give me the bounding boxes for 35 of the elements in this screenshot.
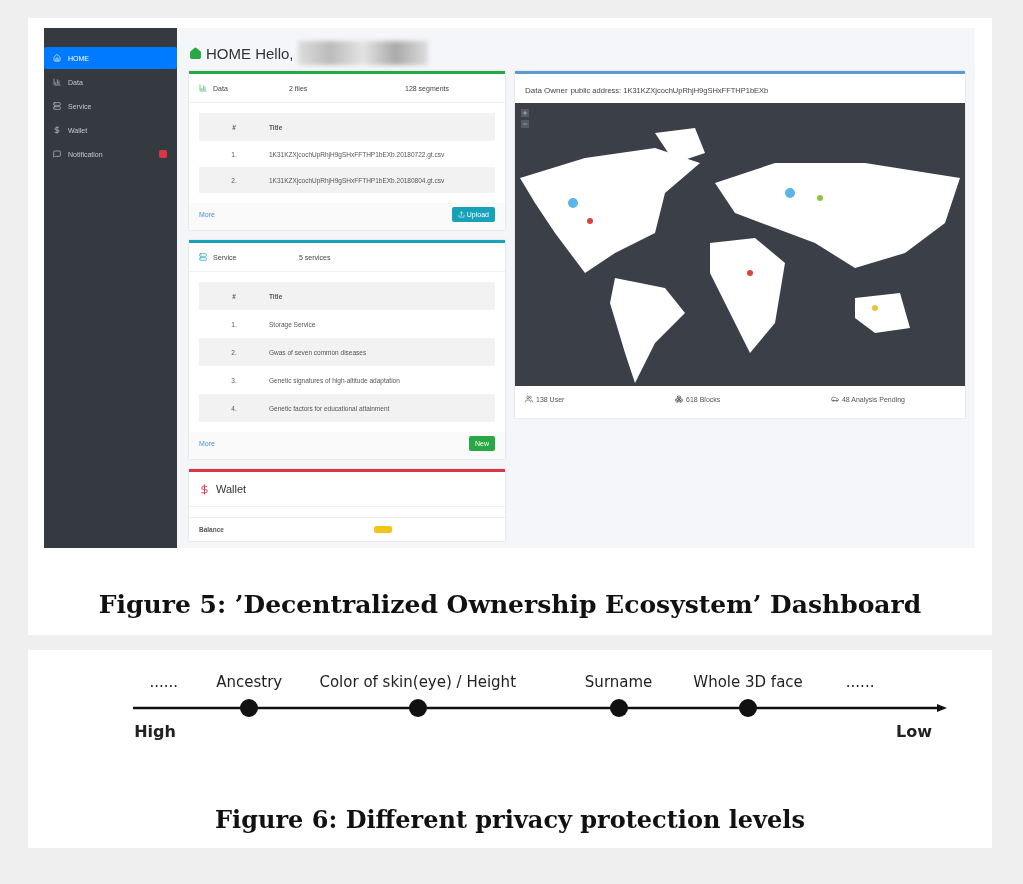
balance-badge bbox=[373, 526, 392, 533]
upload-icon bbox=[457, 211, 465, 218]
plus-icon bbox=[522, 110, 528, 116]
chat-icon bbox=[53, 150, 61, 158]
level-label: Color of skin(eye) / Height bbox=[319, 673, 516, 691]
level-label: Surname bbox=[584, 673, 653, 691]
bar-chart-icon bbox=[199, 84, 207, 92]
level-label: ...... bbox=[845, 673, 875, 691]
dollar-icon bbox=[53, 126, 61, 134]
users-icon bbox=[525, 395, 533, 403]
high-label: High bbox=[134, 722, 176, 741]
figure-caption: Figure 5: ’Decentralized Ownership Ecosystem’ Dashboard bbox=[97, 590, 923, 619]
level-label: Ancestry bbox=[216, 673, 283, 691]
car-icon bbox=[830, 395, 839, 403]
home-icon bbox=[189, 46, 202, 60]
card-title: Wallet bbox=[216, 483, 247, 495]
figure-caption: Figure 6: Different privacy protection levels bbox=[214, 805, 806, 834]
level-label: Whole 3D face bbox=[693, 673, 803, 691]
low-label: Low bbox=[896, 722, 932, 741]
dollar-icon bbox=[199, 483, 210, 495]
level-dot bbox=[240, 699, 259, 717]
card-title: Data Owner bbox=[525, 86, 568, 95]
server-icon bbox=[199, 253, 207, 261]
level-label: ...... bbox=[149, 673, 179, 691]
level-dot bbox=[739, 699, 758, 717]
zoom-in-button[interactable] bbox=[521, 109, 529, 117]
bar-chart-icon bbox=[53, 78, 61, 86]
minus-icon bbox=[522, 121, 528, 127]
level-dot bbox=[609, 699, 628, 717]
home-icon bbox=[53, 54, 61, 62]
zoom-out-button[interactable] bbox=[521, 120, 529, 128]
boxes-icon bbox=[675, 395, 684, 403]
server-icon bbox=[53, 102, 61, 110]
page-title: HOME Hello, bbox=[206, 44, 294, 62]
level-dot bbox=[408, 699, 427, 717]
